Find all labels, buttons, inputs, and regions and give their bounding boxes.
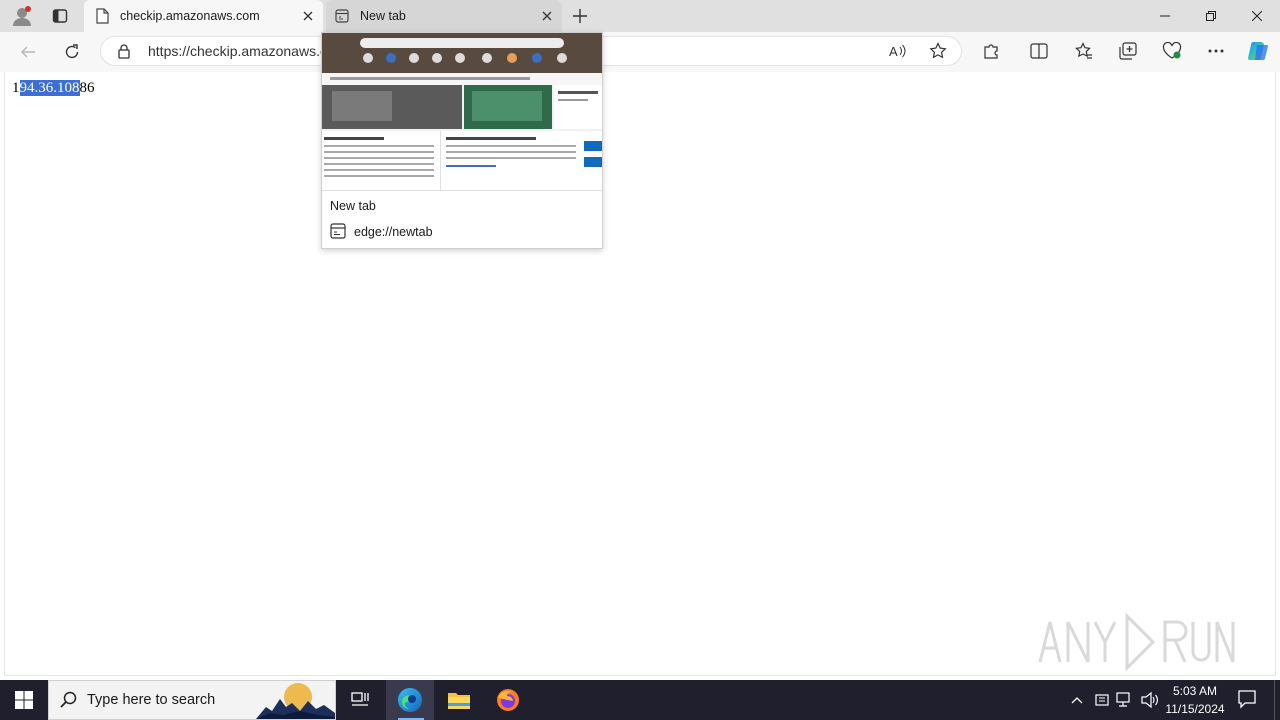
show-desktop-button[interactable]	[1274, 680, 1280, 720]
tab-checkip[interactable]: checkip.amazonaws.com	[84, 0, 323, 32]
refresh-button[interactable]	[56, 36, 88, 68]
plus-icon	[573, 9, 587, 23]
restore-icon	[1206, 11, 1216, 21]
network-device-icon[interactable]	[1094, 690, 1112, 710]
divider	[322, 190, 602, 191]
ip-prefix: 1	[12, 80, 20, 96]
url-text[interactable]: https://checkip.amazonaws.c	[148, 43, 327, 59]
clock-time[interactable]: 5:03 AM	[1166, 684, 1224, 698]
taskbar-firefox-button[interactable]	[484, 680, 532, 720]
newtab-icon	[334, 8, 350, 24]
ip-selected-text[interactable]: 94.36.108	[19, 80, 80, 96]
split-screen-icon	[1030, 43, 1048, 59]
folder-icon	[448, 693, 470, 709]
tab-title: checkip.amazonaws.com	[120, 9, 260, 23]
minimize-icon	[1160, 15, 1170, 17]
favorites-icon	[1075, 42, 1092, 59]
collections-icon	[1119, 42, 1137, 60]
ip-suffix: 86	[79, 80, 95, 96]
favorite-button[interactable]	[922, 35, 954, 67]
back-arrow-icon	[20, 46, 35, 58]
refresh-icon	[65, 44, 79, 59]
collections-button[interactable]	[1112, 35, 1144, 67]
taskbar-file-explorer-button[interactable]	[435, 680, 483, 720]
copilot-icon	[1248, 42, 1268, 60]
notification-center-icon[interactable]	[1236, 688, 1260, 712]
hover-card-url: edge://newtab	[354, 225, 433, 239]
tab-hover-card: New tab edge://newtab	[321, 32, 603, 249]
star-plus-icon	[929, 42, 947, 59]
edge-icon	[398, 688, 422, 712]
page-icon	[94, 8, 110, 24]
more-icon	[1208, 49, 1224, 53]
split-screen-button[interactable]	[1023, 35, 1055, 67]
tab-actions-button[interactable]	[44, 0, 76, 32]
clock-date[interactable]: 11/15/2024	[1160, 702, 1230, 716]
page-content	[4, 72, 1276, 676]
read-aloud-icon: A	[889, 44, 906, 59]
read-aloud-button[interactable]: A	[882, 35, 914, 67]
search-placeholder: Type here to search	[87, 692, 216, 708]
close-icon	[1252, 11, 1262, 21]
taskbar-edge-button[interactable]	[386, 680, 434, 720]
svg-text:A: A	[889, 44, 898, 59]
task-view-icon	[351, 692, 369, 706]
anyrun-watermark-logo	[1035, 608, 1235, 672]
new-tab-button[interactable]	[564, 0, 596, 32]
search-highlight-image	[256, 681, 335, 719]
show-hidden-icons-chevron-icon[interactable]	[1070, 690, 1088, 710]
restore-button[interactable]	[1188, 0, 1234, 32]
new-tab-preview-thumbnail	[322, 33, 602, 190]
windows-logo-icon	[15, 691, 33, 709]
tab-title: New tab	[360, 9, 406, 23]
network-icon[interactable]	[1116, 690, 1136, 710]
minimize-button[interactable]	[1142, 0, 1188, 32]
back-button[interactable]	[12, 36, 44, 68]
volume-icon[interactable]	[1140, 690, 1160, 710]
lock-icon[interactable]	[116, 43, 134, 59]
puzzle-icon	[984, 44, 998, 59]
search-icon	[60, 691, 78, 709]
profile-button[interactable]	[6, 0, 38, 32]
tab-new-tab[interactable]: New tab	[326, 0, 562, 32]
vertical-tabs-icon	[52, 9, 68, 23]
extensions-button[interactable]	[975, 35, 1007, 67]
start-button[interactable]	[0, 680, 48, 720]
hover-card-title: New tab	[330, 199, 376, 213]
close-tab-icon[interactable]	[536, 5, 558, 27]
favorites-button[interactable]	[1068, 35, 1100, 67]
copilot-button[interactable]	[1242, 35, 1274, 67]
browser-essentials-button[interactable]	[1156, 35, 1188, 67]
close-window-button[interactable]	[1234, 0, 1280, 32]
task-view-button[interactable]	[336, 680, 384, 720]
heart-pulse-icon	[1162, 42, 1182, 59]
close-tab-icon[interactable]	[297, 5, 319, 27]
settings-more-button[interactable]	[1200, 35, 1232, 67]
firefox-icon	[497, 689, 519, 711]
newtab-icon	[330, 223, 346, 239]
profile-icon	[13, 6, 31, 26]
ip-address-text[interactable]: 194.36.10886	[12, 79, 95, 97]
